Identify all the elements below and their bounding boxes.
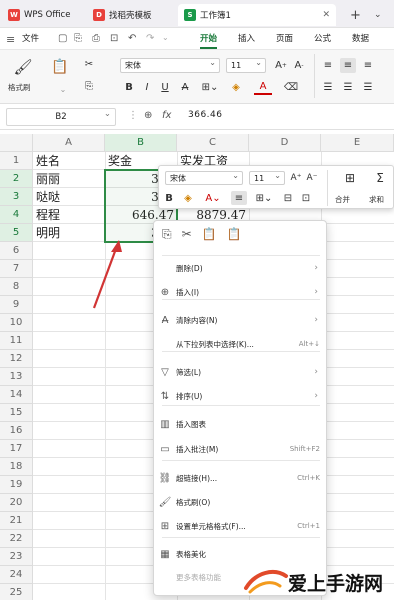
link-icon: ⛓: [158, 472, 172, 484]
context-menu-item-6[interactable]: ⇅ 排序(U) ›: [154, 385, 328, 407]
paste-icon[interactable]: 📋: [202, 227, 217, 251]
context-menu-item-3[interactable]: A̶ 清除内容(N) ›: [154, 309, 328, 331]
arrow-head-selection: [111, 240, 122, 252]
context-menu-label: 插入图表: [176, 419, 206, 429]
clear-icon: A̶: [161, 314, 169, 326]
context-menu-item-7[interactable]: ▥ 插入图表: [154, 413, 328, 435]
context-menu-label: 从下拉列表中选择(K)...: [176, 339, 254, 349]
sort-icon: ⇅: [160, 390, 170, 402]
mini-font-select[interactable]: 宋体: [165, 169, 243, 185]
sum-label[interactable]: 求和: [369, 194, 384, 205]
mini-format-icon[interactable]: ⊡: [299, 191, 313, 205]
floating-mini-toolbar: 宋体 11 A⁺ A⁻ B ◈ A⌄ ≡ ⊞⌄ ⊟ ⊡ ⊞ 合并 Σ 求和: [158, 165, 394, 209]
menu-separator: [162, 255, 320, 256]
context-menu-item-9[interactable]: ⛓ 超链接(H)... Ctrl+K: [154, 467, 328, 489]
watermark-graphic: 爱上手游网: [244, 570, 383, 595]
chevron-right-icon: ›: [314, 263, 318, 273]
context-menu-shortcut: Ctrl+1: [297, 522, 320, 530]
context-menu-label: 超链接(H)...: [176, 473, 218, 483]
mini-divider: [327, 170, 328, 206]
mini-increase-font-icon[interactable]: A⁺: [289, 171, 303, 185]
format-painter-icon: 🖌: [158, 496, 172, 508]
chart-icon: ▥: [160, 418, 170, 430]
context-menu-item-10[interactable]: 🖌 格式刷(O): [154, 491, 328, 513]
arrow-to-selection: [92, 245, 119, 309]
context-menu-label: 插入(I): [176, 287, 200, 297]
context-menu-label: 清除内容(N): [176, 315, 218, 325]
beautify-icon: ▦: [160, 548, 170, 560]
paste-options-row: ⎘ ✂ 📋 📋: [162, 227, 242, 251]
context-menu-label: 删除(D): [176, 263, 203, 273]
sum-icon[interactable]: Σ: [371, 170, 389, 186]
filter-icon: ▽: [161, 366, 169, 378]
context-menu-label: 筛选(L): [176, 367, 202, 377]
menu-separator: [162, 537, 320, 538]
cut-icon[interactable]: ✂: [182, 227, 192, 251]
merge-icon[interactable]: ⊞: [341, 170, 359, 186]
watermark-text: 爱上手游网: [288, 572, 383, 595]
context-menu-item-1[interactable]: 删除(D) ›: [154, 257, 328, 279]
mini-decrease-font-icon[interactable]: A⁻: [305, 171, 319, 185]
merge-label[interactable]: 合并: [335, 194, 350, 205]
format-cells-icon: ⊞: [160, 520, 170, 532]
insert-icon: ⊕: [160, 286, 170, 298]
mini-borders-icon[interactable]: ⊞⌄: [253, 191, 275, 205]
context-menu-shortcut: Alt+↓: [298, 340, 320, 348]
chevron-right-icon: ›: [314, 315, 318, 325]
context-menu-item-5[interactable]: ▽ 筛选(L) ›: [154, 361, 328, 383]
mini-size-select[interactable]: 11: [249, 169, 285, 185]
context-menu-shortcut: Ctrl+K: [297, 474, 320, 482]
copy-icon[interactable]: ⎘: [162, 227, 172, 251]
comment-icon: ▭: [160, 443, 170, 455]
mini-font-color-icon[interactable]: A⌄: [203, 191, 223, 205]
paste-values-icon[interactable]: 📋: [227, 227, 242, 251]
context-menu-shortcut: Shift+F2: [289, 445, 320, 453]
context-menu-item-11[interactable]: ⊞ 设置单元格格式(F)... Ctrl+1: [154, 515, 328, 537]
mini-fill-color-icon[interactable]: ◈: [179, 191, 197, 205]
chevron-right-icon: ›: [314, 391, 318, 401]
chevron-right-icon: ›: [314, 367, 318, 377]
menu-separator: [162, 351, 320, 352]
mini-cell-style-icon[interactable]: ⊟: [281, 191, 295, 205]
context-menu-label: 设置单元格格式(F)...: [176, 521, 246, 531]
context-menu-item-8[interactable]: ▭ 插入批注(M) Shift+F2: [154, 438, 328, 460]
context-menu-label: 格式刷(O): [176, 497, 211, 507]
menu-separator: [162, 405, 320, 406]
spreadsheet-app: W WPS Office D 找稻壳模板 S 工作簿1 ✕ + ⌄ ≡ 文件 ▢…: [0, 0, 394, 600]
mini-bold-icon[interactable]: B: [163, 191, 175, 205]
context-menu-label: 表格美化: [176, 549, 206, 559]
context-menu-label: 插入批注(M): [176, 444, 219, 454]
chevron-right-icon: ›: [314, 287, 318, 297]
mini-align-icon[interactable]: ≡: [231, 191, 247, 205]
context-menu: ⎘ ✂ 📋 📋 删除(D) › ⊕ 插入(I) › A̶ 清除内容(N) › 从下拉列表中选择(…: [153, 220, 327, 596]
menu-separator: [162, 299, 320, 300]
menu-separator: [162, 460, 320, 461]
watermark-logo: 爱上手游网: [240, 562, 390, 598]
context-menu-label: 排序(U): [176, 391, 203, 401]
